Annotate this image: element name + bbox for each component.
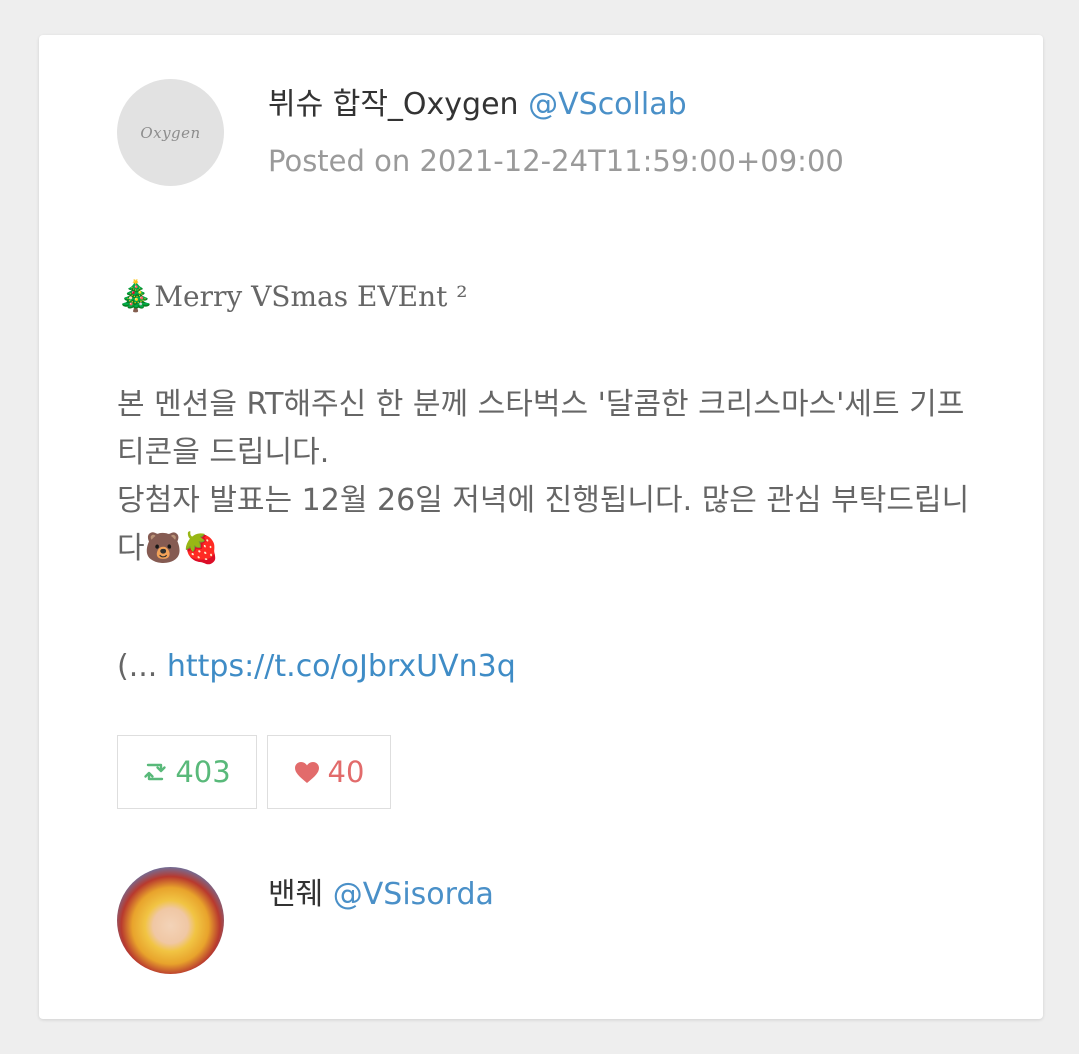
body-line-2: 당첨자 발표는 12월 26일 저녁에 진행됩니다. 많은 관심 부탁드립니다 — [117, 483, 970, 566]
post-timestamp: Posted on 2021-12-24T11:59:00+09:00 — [268, 144, 844, 178]
post-title: 🎄Merry VSmas EVEnt ² — [117, 277, 468, 317]
author-line: 뷔슈 합작_Oxygen @VScollab — [268, 85, 844, 125]
like-button[interactable]: 40 — [267, 735, 391, 809]
heart-icon — [294, 761, 319, 783]
post-body: 본 멘션을 RT해주신 한 분께 스타벅스 '달콤한 크리스마스'세트 기프티콘… — [117, 381, 977, 573]
tree-emoji: 🎄 — [117, 279, 155, 314]
reply-author-handle[interactable]: @VSisorda — [333, 877, 494, 912]
post-more: (... https://t.co/oJbrxUVn3q — [117, 647, 516, 687]
post-stats: 403 40 — [117, 735, 391, 809]
author-handle[interactable]: @VScollab — [528, 87, 687, 122]
reply-avatar[interactable] — [117, 867, 224, 974]
author-name[interactable]: 뷔슈 합작_Oxygen — [268, 87, 519, 122]
post-card: Oxygen 뷔슈 합작_Oxygen @VScollab Posted on … — [39, 35, 1043, 1019]
like-count: 40 — [327, 755, 365, 789]
reply-author-line: 밴줴 @VSisorda — [268, 875, 494, 915]
retweet-count: 403 — [175, 755, 231, 789]
author-avatar[interactable]: Oxygen — [117, 79, 224, 186]
retweet-button[interactable]: 403 — [117, 735, 257, 809]
body-emojis: 🐻🍓 — [144, 531, 220, 566]
body-line-2-wrap: 당첨자 발표는 12월 26일 저녁에 진행됩니다. 많은 관심 부탁드립니다🐻… — [117, 477, 977, 573]
more-prefix: (... — [117, 649, 158, 684]
post-meta: 뷔슈 합작_Oxygen @VScollab Posted on 2021-12… — [268, 85, 844, 181]
post-link[interactable]: https://t.co/oJbrxUVn3q — [167, 649, 516, 684]
reply-author-name[interactable]: 밴줴 — [268, 877, 323, 912]
body-line-1: 본 멘션을 RT해주신 한 분께 스타벅스 '달콤한 크리스마스'세트 기프티콘… — [117, 387, 965, 470]
retweet-icon — [144, 763, 167, 781]
avatar-logo: Oxygen — [140, 123, 201, 142]
title-text: Merry VSmas EVEnt ² — [154, 280, 468, 313]
